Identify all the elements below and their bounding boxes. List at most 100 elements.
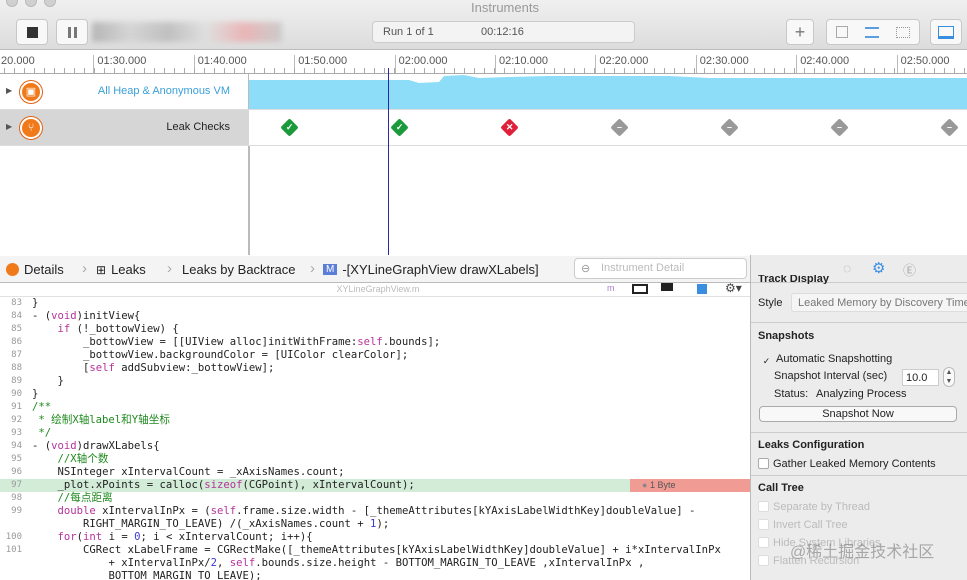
line-number: 93 bbox=[11, 428, 22, 438]
crumb-leaks[interactable]: ⊞ Leaks bbox=[96, 262, 146, 277]
crumb-label: Leaks by Backtrace bbox=[182, 262, 296, 277]
code-line[interactable]: 96 NSInteger xIntervalCount = _xAxisName… bbox=[0, 466, 750, 479]
ruler-tick bbox=[914, 68, 915, 73]
disclosure-triangle-icon[interactable]: ▶ bbox=[6, 86, 12, 95]
snapshot-now-button[interactable]: Snapshot Now bbox=[759, 406, 957, 422]
ruler-tick bbox=[14, 68, 15, 73]
code-line[interactable]: 92 * 绘制X轴label和Y轴坐标 bbox=[0, 414, 750, 427]
pause-button[interactable] bbox=[56, 19, 88, 45]
code-line[interactable]: 86 _bottowView = [[UIView alloc]initWith… bbox=[0, 336, 750, 349]
leak-check-none-icon[interactable]: – bbox=[610, 118, 629, 137]
leak-check-none-icon[interactable]: – bbox=[940, 118, 959, 137]
list-view-icon[interactable] bbox=[864, 26, 879, 38]
code-line[interactable]: 100 for(int i = 0; i < xIntervalCount; i… bbox=[0, 531, 750, 544]
cpu-icon[interactable] bbox=[835, 26, 848, 38]
invert-call-tree-checkbox[interactable]: Invert Call Tree bbox=[758, 519, 848, 531]
line-number: 88 bbox=[11, 363, 22, 373]
code-token: void bbox=[51, 440, 77, 452]
disclosure-triangle-icon[interactable]: ▶ bbox=[6, 122, 12, 131]
crumb-backtrace[interactable]: Leaks by Backtrace bbox=[182, 262, 295, 277]
ruler-tick bbox=[724, 68, 725, 73]
code-token: double bbox=[57, 505, 96, 517]
gear-icon[interactable]: ⚙▾ bbox=[725, 281, 742, 295]
instrument-detail-search[interactable]: ⊖ Instrument Detail bbox=[574, 258, 747, 279]
code-line[interactable]: 97 _plot.xPoints = calloc(sizeof(CGPoint… bbox=[0, 479, 750, 492]
ruler-tick bbox=[684, 68, 685, 73]
leak-check-none-icon[interactable]: – bbox=[830, 118, 849, 137]
ruler-tick bbox=[534, 68, 535, 73]
crumb-details[interactable]: Details bbox=[6, 262, 64, 277]
code-line[interactable]: 84 - (void)initView{ bbox=[0, 310, 750, 323]
playhead[interactable] bbox=[388, 68, 389, 255]
track-leak-checks[interactable]: ▶ ⑂ Leak Checks ✓ ✓ ✕ – – – – bbox=[0, 110, 967, 146]
code-line[interactable]: 98 //每点距离 bbox=[0, 492, 750, 505]
style-select[interactable]: Leaked Memory by Discovery Time bbox=[791, 293, 967, 312]
panel-icon bbox=[938, 25, 954, 39]
leak-check-fail-icon[interactable]: ✕ bbox=[500, 118, 519, 137]
code-line[interactable]: 101 CGRect xLabelFrame = CGRectMake([_th… bbox=[0, 544, 750, 557]
interval-stepper[interactable]: ▲ ▼ bbox=[943, 367, 955, 387]
line-number: 92 bbox=[11, 415, 22, 425]
ruler-tick bbox=[464, 68, 465, 73]
grid-view-icon[interactable] bbox=[896, 26, 911, 38]
code-token: int bbox=[83, 531, 103, 543]
code-line[interactable]: + xIntervalInPx/2, self.bounds.size.heig… bbox=[0, 557, 750, 570]
ruler-tick bbox=[174, 68, 175, 73]
code-line[interactable]: 83} bbox=[0, 297, 750, 310]
code-line[interactable]: RIGHT_MARGIN_TO_LEAVE) /(_xAxisNames.cou… bbox=[0, 518, 750, 531]
target-selector[interactable] bbox=[92, 22, 282, 42]
ruler-tick bbox=[164, 68, 165, 73]
add-instrument-button[interactable]: + bbox=[786, 19, 814, 45]
code-line[interactable]: BOTTOM_MARGIN_TO_LEAVE); bbox=[0, 570, 750, 580]
track-heap[interactable]: ▶ ▣ All Heap & Anonymous VM bbox=[0, 74, 967, 110]
ruler-tick bbox=[224, 68, 225, 73]
code-line[interactable]: 90} bbox=[0, 388, 750, 401]
leak-check-none-icon[interactable]: – bbox=[720, 118, 739, 137]
stop-button[interactable] bbox=[16, 19, 48, 45]
ruler-tick bbox=[334, 68, 335, 73]
ruler-tick bbox=[54, 68, 55, 73]
code-text: */ bbox=[32, 427, 51, 440]
ruler-tick bbox=[564, 68, 565, 73]
code-line[interactable]: 93 */ bbox=[0, 427, 750, 440]
code-line[interactable]: 87 _bottowView.backgroundColor = [UIColo… bbox=[0, 349, 750, 362]
code-line[interactable]: 85 if (!_bottowView) { bbox=[0, 323, 750, 336]
code-text: * 绘制X轴label和Y轴坐标 bbox=[32, 414, 170, 427]
code-line[interactable]: 89 } bbox=[0, 375, 750, 388]
code-line[interactable]: 88 [self addSubview:_bottowView]; bbox=[0, 362, 750, 375]
elapsed-time: 00:12:16 bbox=[481, 26, 524, 38]
code-token: //X轴个数 bbox=[32, 453, 109, 465]
ruler-tick bbox=[474, 68, 475, 73]
source-editor[interactable]: 83} 84- (void)initView{85 if (!_bottowVie… bbox=[0, 297, 750, 580]
ruler-tick bbox=[704, 68, 705, 73]
crumb-method[interactable]: M -[XYLineGraphView drawXLabels] bbox=[323, 262, 539, 277]
code-line[interactable]: 91 /** bbox=[0, 401, 750, 414]
windows-icon[interactable] bbox=[661, 283, 673, 291]
code-line[interactable]: 95 //X轴个数 bbox=[0, 453, 750, 466]
checkbox-box bbox=[758, 458, 769, 469]
code-token: )drawXLabels{ bbox=[76, 440, 160, 452]
extended-detail-icon[interactable]: Ⓔ bbox=[903, 260, 916, 279]
gear-icon[interactable]: ⚙ bbox=[872, 259, 885, 277]
code-token: .bounds.size.height - BOTTOM_MARGIN_TO_L… bbox=[255, 557, 645, 569]
ruler-tick bbox=[894, 68, 895, 73]
allocations-icon: ▣ bbox=[20, 81, 42, 103]
code-line[interactable]: 94 - (void)drawXLabels{ bbox=[0, 440, 750, 453]
ruler-tick bbox=[554, 68, 555, 73]
interval-input[interactable]: 10.0 bbox=[902, 369, 939, 386]
timeline-ruler[interactable]: :20.000 01:30.000 01:40.000 01:50.000 02:00.… bbox=[0, 51, 967, 74]
leaks-config-header: Leaks Configuration bbox=[758, 439, 865, 451]
split-view-icon[interactable] bbox=[632, 284, 648, 294]
ruler-tick bbox=[854, 68, 855, 73]
leak-check-pass-icon[interactable]: ✓ bbox=[390, 118, 409, 137]
xcode-icon[interactable] bbox=[697, 284, 707, 294]
record-settings-icon[interactable]: ◌ bbox=[843, 260, 851, 276]
toggle-detail-button[interactable] bbox=[930, 19, 962, 45]
leak-badge[interactable]: ● 1 Byte bbox=[630, 479, 750, 492]
separate-by-thread-checkbox[interactable]: Separate by Thread bbox=[758, 501, 870, 513]
leak-check-pass-icon[interactable]: ✓ bbox=[280, 118, 299, 137]
auto-snapshot-checkbox[interactable]: ✓ Automatic Snapshotting bbox=[761, 353, 892, 368]
track-display-header: Track Display bbox=[758, 275, 829, 284]
gather-contents-checkbox[interactable]: Gather Leaked Memory Contents bbox=[758, 458, 936, 470]
code-line[interactable]: 99 double xIntervalInPx = (self.frame.si… bbox=[0, 505, 750, 518]
